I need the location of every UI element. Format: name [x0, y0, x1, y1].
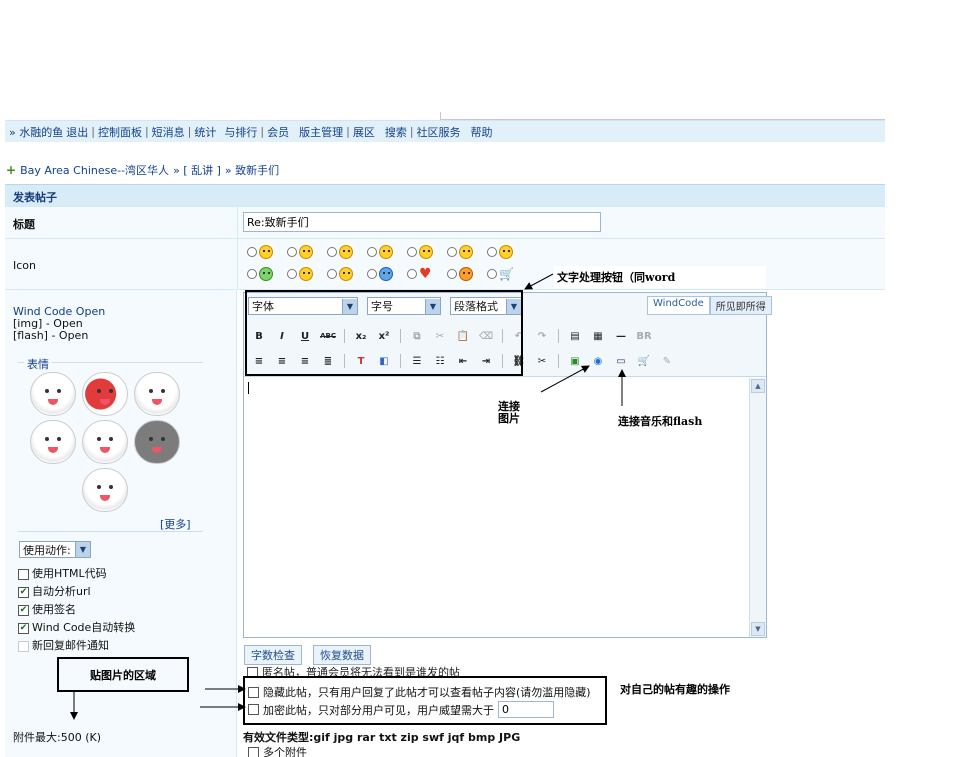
annotation-arrows: [70, 273, 626, 720]
arrow-to-toolbar: [524, 273, 554, 290]
arrow-to-image-button: [540, 365, 590, 393]
